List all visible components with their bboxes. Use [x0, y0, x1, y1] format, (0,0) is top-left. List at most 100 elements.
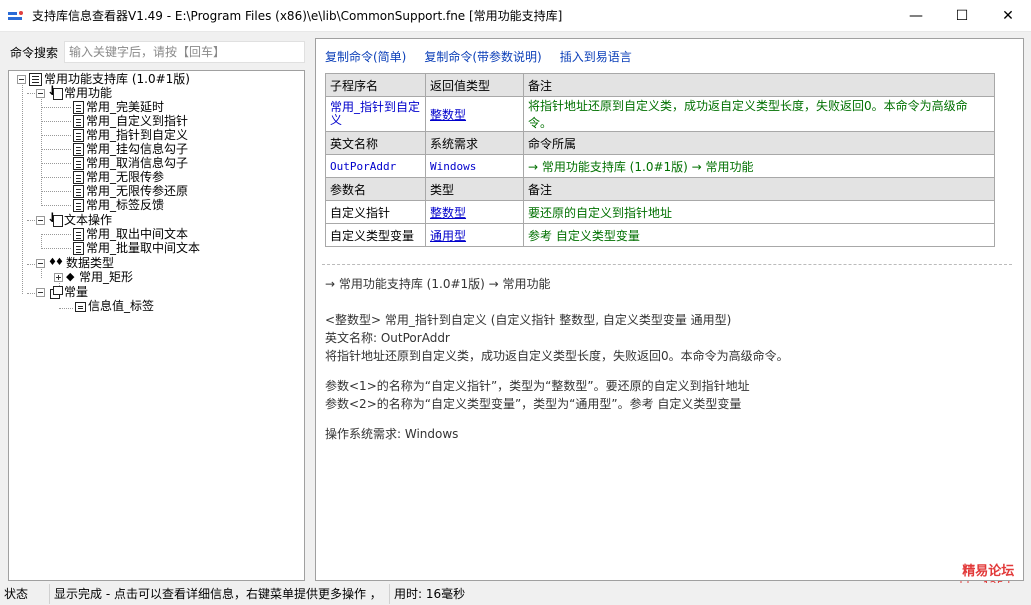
struct-icon — [66, 269, 77, 284]
tree-root-label: 常用功能支持库 (1.0#1版) — [44, 72, 190, 86]
tree-item[interactable]: 常用_自定义到指针 — [73, 114, 188, 129]
status-time: 用时: 16毫秒 — [394, 587, 466, 601]
tree-item[interactable]: 常用_指针到自定义 — [73, 128, 188, 143]
detail-english-name: 英文名称: OutPorAddr — [325, 331, 450, 345]
tree-group-datatype[interactable]: 数据类型 — [36, 255, 114, 271]
collapse-icon[interactable] — [36, 216, 45, 225]
tree-item[interactable]: 常用_取消信息勾子 — [73, 156, 188, 171]
tree-group-label: 常用功能 — [64, 86, 113, 100]
collapse-icon[interactable] — [36, 259, 45, 268]
detail-os: 操作系统需求: Windows — [325, 427, 459, 441]
constant-value-icon — [75, 301, 86, 312]
maximize-button[interactable]: ☐ — [939, 0, 985, 32]
collapse-icon[interactable] — [17, 75, 26, 84]
search-label: 命令搜索 — [10, 45, 59, 60]
command-icon — [73, 115, 84, 128]
tree-root[interactable]: 常用功能支持库 (1.0#1版) — [17, 72, 190, 87]
close-button[interactable]: ✕ — [985, 0, 1031, 32]
command-icon — [73, 101, 84, 114]
detail-path: → 常用功能支持库 (1.0#1版) → 常用功能 — [325, 277, 551, 291]
tree-item-label: 常用_无限传参还原 — [86, 184, 189, 198]
category-icon — [47, 84, 63, 100]
section-divider — [322, 264, 1012, 265]
command-tree[interactable]: 常用功能支持库 (1.0#1版) 常用功能 常用_完美延时 常用_自定义到指针 … — [8, 70, 305, 581]
tree-item[interactable]: 常用_批量取中间文本 — [73, 241, 200, 256]
header-cell: 备注 — [523, 177, 995, 201]
tree-item[interactable]: 常用_挂勾信息勾子 — [73, 142, 188, 157]
table-row: 常用_指针到自定义 整数型 将指针地址还原到自定义类，成功返自定义类型长度，失败… — [325, 96, 995, 132]
command-icon — [73, 129, 84, 142]
header-cell: 返回值类型 — [425, 73, 524, 97]
detail-param-1: 参数<1>的名称为“自定义指针”，类型为“整数型”。要还原的自定义到指针地址 — [325, 379, 750, 393]
collapse-icon[interactable] — [36, 288, 45, 297]
belongs-to-cell[interactable]: → 常用功能支持库 (1.0#1版) → 常用功能 — [523, 154, 995, 178]
tree-group-label: 常量 — [64, 285, 89, 299]
tree-item-label: 常用_标签反馈 — [86, 198, 165, 212]
table-row: 自定义类型变量 通用型 参考 自定义类型变量 — [325, 223, 995, 247]
detail-text: → 常用功能支持库 (1.0#1版) → 常用功能 <整数型> 常用_指针到自定… — [325, 275, 789, 443]
table-row: 自定义指针 整数型 要还原的自定义到指针地址 — [325, 200, 995, 224]
tree-item-label: 常用_取消信息勾子 — [86, 156, 189, 170]
search-input[interactable] — [64, 41, 305, 63]
command-icon — [73, 199, 84, 212]
header-cell: 系统需求 — [425, 131, 524, 155]
tree-group-common[interactable]: 常用功能 — [36, 84, 113, 101]
tree-item[interactable]: 常用_取出中间文本 — [73, 227, 188, 242]
copy-with-params-link[interactable]: 复制命令(带参数说明) — [424, 48, 541, 65]
command-icon — [73, 171, 84, 184]
command-icon — [73, 228, 84, 241]
tree-item[interactable]: 常用_完美延时 — [73, 100, 164, 115]
expand-icon[interactable] — [54, 273, 63, 282]
tree-item[interactable]: 常用_标签反馈 — [73, 198, 164, 213]
header-cell: 命令所属 — [523, 131, 995, 155]
search-row: 命令搜索 — [2, 40, 305, 64]
param-remark-cell: 要还原的自定义到指针地址 — [523, 200, 995, 224]
action-links: 复制命令(简单) 复制命令(带参数说明) 插入到易语言 — [325, 48, 650, 65]
collapse-icon[interactable] — [36, 89, 45, 98]
tree-item-label: 常用_矩形 — [79, 270, 134, 284]
status-label: 状态 — [0, 584, 50, 604]
param-name-cell: 自定义类型变量 — [325, 223, 426, 247]
detail-panel: 复制命令(简单) 复制命令(带参数说明) 插入到易语言 子程序名 返回值类型 备… — [315, 38, 1024, 581]
tree-item[interactable]: 常用_矩形 — [54, 269, 134, 285]
tree-item-label: 常用_完美延时 — [86, 100, 165, 114]
tree-group-text[interactable]: 文本操作 — [36, 211, 113, 228]
tree-item[interactable]: 常用_无限传参 — [73, 170, 164, 185]
remark-cell: 将指针地址还原到自定义类，成功返自定义类型长度，失败返回0。本命令为高级命令。 — [523, 96, 995, 132]
param-type-link[interactable]: 通用型 — [430, 229, 466, 243]
tree-item[interactable]: 常用_无限传参还原 — [73, 184, 188, 199]
table-header-row: 英文名称 系统需求 命令所属 — [325, 131, 995, 155]
command-icon — [73, 157, 84, 170]
command-icon — [73, 185, 84, 198]
command-info-table: 子程序名 返回值类型 备注 常用_指针到自定义 整数型 将指针地址还原到自定义类… — [325, 73, 995, 247]
insert-link[interactable]: 插入到易语言 — [560, 48, 632, 65]
os-cell: Windows — [425, 154, 524, 178]
param-type-link[interactable]: 整数型 — [430, 206, 466, 220]
tree-item-label: 常用_指针到自定义 — [86, 128, 189, 142]
tree-group-label: 文本操作 — [64, 213, 113, 227]
app-icon — [8, 10, 24, 22]
tree-item-label: 信息值_标签 — [88, 299, 155, 313]
tree-item[interactable]: 信息值_标签 — [75, 299, 154, 314]
header-cell: 英文名称 — [325, 131, 426, 155]
minimize-button[interactable]: — — [893, 0, 939, 32]
header-cell: 参数名 — [325, 177, 426, 201]
detail-signature: <整数型> 常用_指针到自定义 (自定义指针 整数型, 自定义类型变量 通用型) — [325, 313, 732, 327]
copy-simple-link[interactable]: 复制命令(简单) — [325, 48, 406, 65]
detail-param-2: 参数<2>的名称为“自定义类型变量”，类型为“通用型”。参考 自定义类型变量 — [325, 397, 742, 411]
library-icon — [29, 73, 42, 86]
detail-description: 将指针地址还原到自定义类，成功返自定义类型长度，失败返回0。本命令为高级命令。 — [325, 349, 789, 363]
tree-item-label: 常用_自定义到指针 — [86, 114, 189, 128]
window-title: 支持库信息查看器V1.49 - E:\Program Files (x86)\e… — [32, 9, 563, 23]
param-remark-cell: 参考 自定义类型变量 — [523, 223, 995, 247]
return-type-link[interactable]: 整数型 — [430, 108, 466, 122]
tree-group-constants[interactable]: 常量 — [36, 285, 88, 300]
status-message[interactable]: 显示完成 - 点击可以查看详细信息，右键菜单提供更多操作 ， — [50, 584, 390, 604]
english-name-cell: OutPorAddr — [325, 154, 426, 178]
tree-item-label: 常用_挂勾信息勾子 — [86, 142, 189, 156]
command-icon — [73, 242, 84, 255]
watermark-title: 精易论坛 — [962, 564, 1015, 579]
header-cell: 类型 — [425, 177, 524, 201]
tree-item-label: 常用_取出中间文本 — [86, 227, 189, 241]
tree-item-label: 常用_批量取中间文本 — [86, 241, 201, 255]
